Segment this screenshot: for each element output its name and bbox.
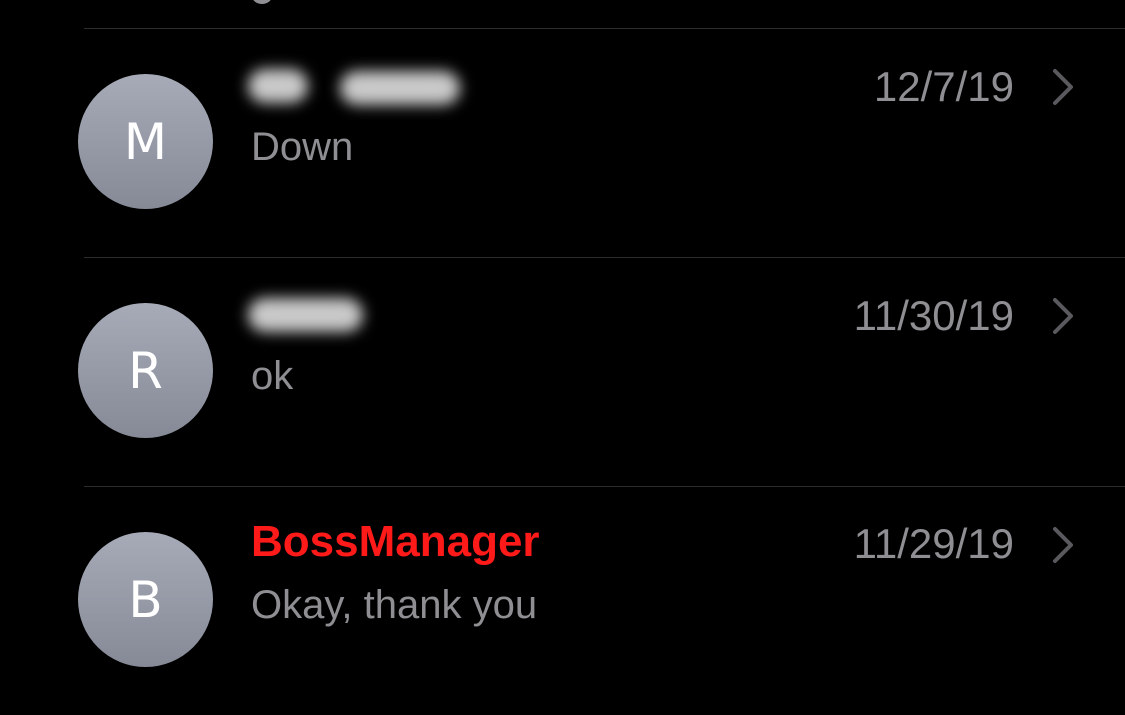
avatar: R	[78, 303, 213, 438]
avatar-initial: M	[123, 112, 168, 171]
redaction-blur	[248, 298, 363, 332]
avatar-initial: R	[128, 341, 163, 400]
message-date: 12/7/19	[873, 63, 1014, 110]
chevron-right-icon	[1053, 298, 1073, 334]
message-date: 11/29/19	[853, 520, 1014, 567]
message-preview: Okay, thank you	[251, 583, 538, 627]
avatar-initial: B	[128, 570, 163, 629]
chevron-right-icon	[1053, 527, 1073, 563]
contact-name: BossManager	[251, 517, 540, 566]
previous-row-fragment	[252, 0, 272, 4]
message-preview: Down	[251, 125, 354, 169]
redaction-blur	[340, 71, 460, 105]
conversation-row-bossmanager[interactable]: B BossManager Okay, thank you 11/29/19	[0, 487, 1125, 715]
chevron-right-icon	[1053, 69, 1073, 105]
redaction-blur	[248, 69, 308, 103]
message-preview: ok	[251, 354, 294, 398]
conversation-row-r[interactable]: R ok 11/30/19	[0, 258, 1125, 486]
avatar: M	[78, 74, 213, 209]
conversation-row-m[interactable]: M Down 12/7/19	[0, 29, 1125, 257]
avatar: B	[78, 532, 213, 667]
message-date: 11/30/19	[853, 292, 1014, 339]
